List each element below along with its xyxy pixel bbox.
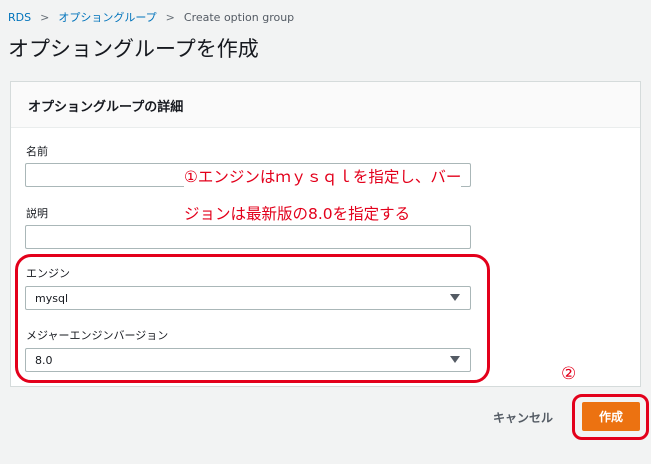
- page-title: オプショングループを作成: [8, 37, 259, 61]
- breadcrumb: RDS > オプショングループ > Create option group: [8, 9, 294, 25]
- chevron-right-icon: >: [165, 10, 175, 24]
- annotation-note-line1: ①エンジンはｍｙｓｑｌを指定し、バー: [184, 165, 462, 187]
- description-label: 説明: [26, 207, 48, 220]
- panel-title: オプショングループの詳細: [28, 100, 184, 115]
- panel-header: オプショングループの詳細: [11, 82, 640, 128]
- annotation-step2-marker: ②: [561, 364, 577, 384]
- name-label: 名前: [26, 145, 48, 158]
- description-input[interactable]: [25, 225, 471, 249]
- cancel-button[interactable]: キャンセル: [493, 409, 553, 426]
- breadcrumb-rds-link[interactable]: RDS: [8, 11, 31, 24]
- engine-highlight-box: [15, 254, 490, 383]
- chevron-right-icon: >: [40, 10, 50, 24]
- breadcrumb-option-groups-link[interactable]: オプショングループ: [58, 9, 156, 25]
- breadcrumb-current: Create option group: [183, 10, 295, 24]
- annotation-note-line2: ジョンは最新版の8.0を指定する: [184, 202, 411, 224]
- create-button[interactable]: 作成: [582, 402, 640, 431]
